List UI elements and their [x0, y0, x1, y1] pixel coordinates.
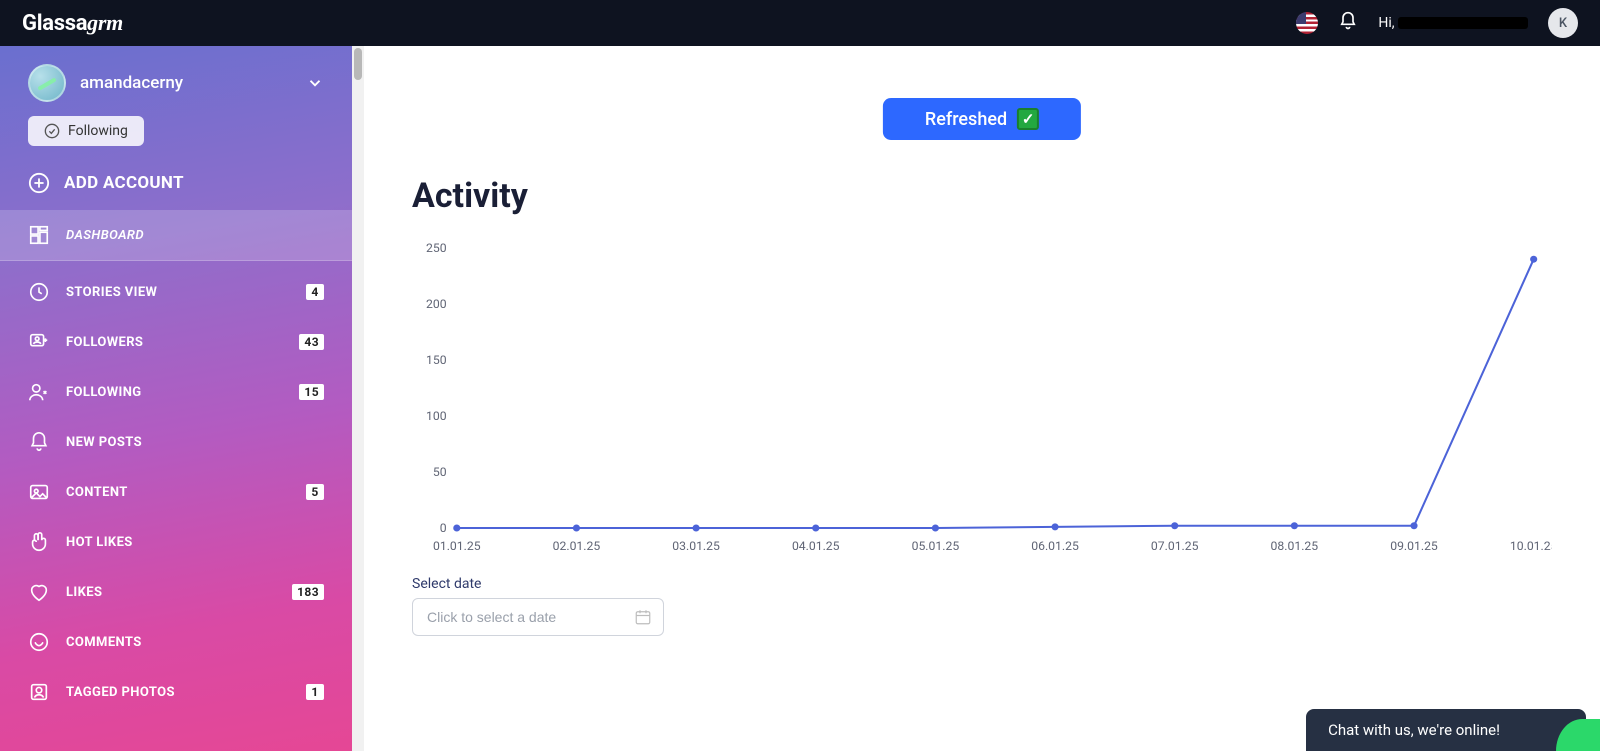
svg-text:250: 250 [426, 241, 447, 255]
greeting-name-redacted [1398, 17, 1528, 29]
following-icon [28, 381, 50, 403]
sidebar-item-label: NEW POSTS [66, 435, 324, 450]
sidebar-item-label: TAGGED PHOTOS [66, 685, 290, 700]
account-username: amandacerny [80, 73, 292, 93]
activity-chart: 0 50 100 150 200 250 01.01.25 02.01.25 03.01.25 0… [412, 238, 1552, 558]
sidebar-item-stories-view[interactable]: STORIES VIEW 4 [0, 267, 352, 317]
svg-text:10.01.25: 10.01.25 [1510, 539, 1552, 553]
sidebar-badge: 43 [299, 334, 324, 350]
date-input-wrap [412, 598, 664, 636]
sidebar-item-hot-likes[interactable]: HOT LIKES [0, 517, 352, 567]
sidebar-item-new-posts[interactable]: NEW POSTS [0, 417, 352, 467]
svg-text:04.01.25: 04.01.25 [792, 539, 840, 553]
sidebar-wrap: amandacerny Following ADD ACCOUNT D [0, 46, 364, 751]
plus-circle-icon [28, 172, 50, 194]
user-avatar[interactable]: K [1548, 8, 1578, 38]
sidebar-item-label: FOLLOWING [66, 385, 283, 400]
svg-text:09.01.25: 09.01.25 [1390, 539, 1438, 553]
sidebar-badge: 15 [299, 384, 324, 400]
svg-text:03.01.25: 03.01.25 [672, 539, 720, 553]
svg-text:06.01.25: 06.01.25 [1031, 539, 1079, 553]
svg-text:200: 200 [426, 297, 447, 311]
sidebar-item-label: DASHBOARD [66, 228, 324, 243]
sidebar-badge: 183 [292, 584, 324, 600]
greeting-prefix: Hi, [1378, 15, 1394, 31]
refreshed-label: Refreshed [925, 109, 1007, 130]
account-avatar-icon [28, 64, 66, 102]
svg-text:02.01.25: 02.01.25 [553, 539, 601, 553]
bell-icon [28, 431, 50, 453]
clock-icon [28, 281, 50, 303]
sidebar-item-comments[interactable]: COMMENTS [0, 617, 352, 667]
add-account-label: ADD ACCOUNT [64, 173, 184, 193]
chevron-down-icon [306, 74, 324, 92]
svg-text:05.01.25: 05.01.25 [912, 539, 960, 553]
sidebar-item-followers[interactable]: FOLLOWERS 43 [0, 317, 352, 367]
select-date-label: Select date [412, 576, 1552, 592]
svg-text:150: 150 [426, 353, 447, 367]
sidebar: amandacerny Following ADD ACCOUNT D [0, 46, 352, 751]
comment-icon [28, 631, 50, 653]
svg-text:08.01.25: 08.01.25 [1271, 539, 1319, 553]
svg-text:100: 100 [426, 409, 447, 423]
sidebar-badge: 4 [306, 284, 324, 300]
page-title: Activity [412, 176, 1552, 216]
refreshed-toast: Refreshed ✓ [883, 98, 1081, 140]
sidebar-item-label: FOLLOWERS [66, 335, 283, 350]
followers-icon [28, 331, 50, 353]
dashboard-icon [28, 224, 50, 246]
main-content: Refreshed ✓ Activity 0 50 100 150 200 250 01.0… [364, 46, 1600, 751]
brand-logo: Glassagrm [22, 10, 123, 36]
sidebar-badge: 1 [306, 684, 324, 700]
chat-label: Chat with us, we're online! [1328, 721, 1500, 739]
account-selector[interactable]: amandacerny [0, 64, 352, 116]
tagged-icon [28, 681, 50, 703]
topbar-right: Hi, K [1296, 8, 1578, 38]
topbar: Glassagrm Hi, K [0, 0, 1600, 46]
sidebar-badge: 5 [306, 484, 324, 500]
sidebar-item-label: STORIES VIEW [66, 285, 290, 300]
date-input[interactable] [412, 598, 664, 636]
heart-icon [28, 581, 50, 603]
app-body: amandacerny Following ADD ACCOUNT D [0, 46, 1600, 751]
sidebar-scrollbar[interactable] [352, 46, 364, 751]
greeting-text: Hi, [1378, 15, 1528, 31]
sidebar-item-following[interactable]: FOLLOWING 15 [0, 367, 352, 417]
image-icon [28, 481, 50, 503]
brand-part1: Glassa [22, 11, 87, 36]
calendar-icon [634, 608, 652, 626]
scrollbar-thumb[interactable] [354, 48, 362, 80]
locale-flag-icon[interactable] [1296, 12, 1318, 34]
sidebar-item-label: COMMENTS [66, 635, 324, 650]
bell-icon[interactable] [1338, 11, 1358, 35]
thumbs-up-icon [28, 531, 50, 553]
svg-text:01.01.25: 01.01.25 [433, 539, 481, 553]
following-status-chip[interactable]: Following [28, 116, 144, 146]
sidebar-item-tagged-photos[interactable]: TAGGED PHOTOS 1 [0, 667, 352, 717]
sidebar-item-label: LIKES [66, 585, 276, 600]
add-account-button[interactable]: ADD ACCOUNT [0, 164, 352, 210]
sidebar-item-label: CONTENT [66, 485, 290, 500]
sidebar-item-likes[interactable]: LIKES 183 [0, 567, 352, 617]
sidebar-item-label: HOT LIKES [66, 535, 324, 550]
nav-divider [0, 260, 352, 261]
check-circle-icon [44, 123, 60, 139]
sidebar-item-dashboard[interactable]: DASHBOARD [0, 210, 352, 260]
following-status-label: Following [68, 123, 128, 139]
brand-part2: grm [87, 10, 123, 35]
svg-text:07.01.25: 07.01.25 [1151, 539, 1199, 553]
check-icon: ✓ [1017, 108, 1039, 130]
chart-svg: 0 50 100 150 200 250 01.01.25 02.01.25 03.01.25 0… [412, 238, 1552, 558]
sidebar-nav-list: STORIES VIEW4FOLLOWERS43FOLLOWING15NEW P… [0, 267, 352, 717]
svg-text:50: 50 [433, 465, 447, 479]
chat-widget[interactable]: Chat with us, we're online! [1306, 709, 1586, 751]
sidebar-item-content[interactable]: CONTENT 5 [0, 467, 352, 517]
svg-text:0: 0 [440, 521, 447, 535]
